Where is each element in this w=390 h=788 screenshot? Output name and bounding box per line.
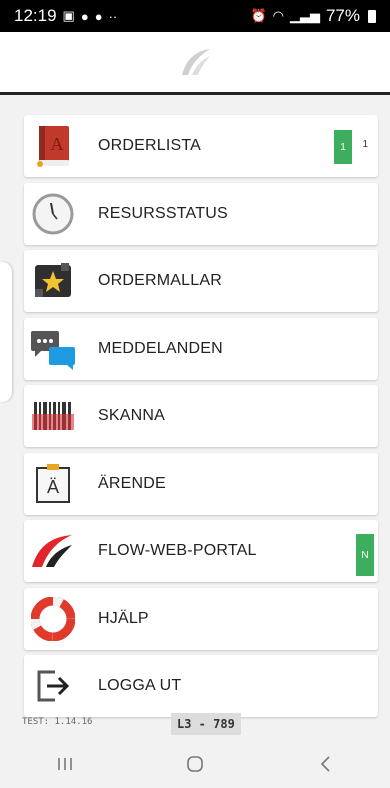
menu-item-label: ORDERMALLAR [98, 272, 223, 289]
chat-bubbles-icon [28, 324, 78, 374]
recent-apps-button[interactable] [45, 744, 85, 784]
back-button[interactable] [305, 744, 345, 784]
back-icon [320, 756, 330, 772]
menu-item-label: FLOW-WEB-PORTAL [98, 542, 257, 559]
menu-item-label: LOGGA UT [98, 677, 182, 694]
menu-item-label: ÄRENDE [98, 474, 166, 492]
main-menu: A ORDERLISTA 1 1 RESURSSTATUS ORDERMALLA… [24, 115, 378, 723]
alarm-icon: ⏰ [250, 8, 267, 23]
menu-item-ordermallar[interactable]: ORDERMALLAR [24, 250, 378, 312]
signal-icon: ▁▃▅ [289, 8, 320, 23]
lifebuoy-icon [28, 594, 78, 644]
status-right: ⏰ ◠ ▁▃▅ 77% [250, 6, 376, 26]
menu-item-skanna[interactable]: SKANNA [24, 385, 378, 447]
menu-item-flow-web-portal[interactable]: FLOW-WEB-PORTAL N [24, 520, 378, 582]
flow-logo-icon [28, 526, 78, 576]
notification-icon: ● [94, 8, 103, 24]
menu-item-label: MEDDELANDEN [98, 339, 223, 357]
notification-icon: ● [80, 8, 89, 24]
app-header [0, 32, 390, 95]
clipboard-icon: Ä [28, 459, 78, 509]
app-logo-icon [182, 49, 210, 75]
order-count: 1 [362, 139, 368, 150]
menu-item-arende[interactable]: Ä ÄRENDE [24, 452, 378, 515]
footer-info: TEST: 1.14.16 L3 - 789 [0, 713, 390, 737]
clipboard-letter: Ä [47, 477, 59, 497]
more-dots-icon: ·· [108, 8, 118, 24]
system-nav-bar [0, 740, 390, 788]
wifi-icon: ◠ [272, 8, 284, 23]
status-bar: 12:19 ▣ ● ● ·· ⏰ ◠ ▁▃▅ 77% [0, 0, 390, 32]
svg-text:A: A [51, 134, 64, 154]
device-id-label: L3 - 789 [171, 713, 241, 735]
clock-icon [28, 189, 78, 239]
battery-icon [368, 9, 376, 23]
menu-item-label: ORDERLISTA [98, 137, 202, 154]
menu-item-meddelanden[interactable]: MEDDELANDEN [24, 317, 378, 380]
home-button[interactable] [175, 744, 215, 784]
order-count-badge: 1 [334, 130, 352, 164]
new-badge: N [356, 534, 374, 576]
menu-item-label: RESURSSTATUS [98, 204, 228, 222]
version-label: TEST: 1.14.16 [22, 717, 93, 727]
star-template-icon [28, 256, 78, 306]
home-icon [187, 756, 203, 772]
barcode-icon [28, 391, 78, 441]
menu-item-hjalp[interactable]: HJÄLP [24, 587, 378, 650]
menu-item-orderlista[interactable]: A ORDERLISTA 1 1 [24, 115, 378, 177]
status-time: 12:19 [14, 6, 57, 25]
gallery-icon: ▣ [62, 8, 75, 23]
menu-item-logga-ut[interactable]: LOGGA UT [24, 655, 378, 717]
logout-icon [28, 661, 78, 711]
menu-item-label: HJÄLP [98, 609, 149, 627]
recent-apps-icon [58, 758, 72, 770]
status-left: 12:19 ▣ ● ● ·· [14, 6, 117, 26]
drawer-handle[interactable] [0, 262, 12, 402]
menu-item-label: SKANNA [98, 407, 165, 424]
book-icon: A [28, 121, 78, 171]
menu-item-resursstatus[interactable]: RESURSSTATUS [24, 182, 378, 245]
battery-percent: 77% [325, 6, 360, 25]
